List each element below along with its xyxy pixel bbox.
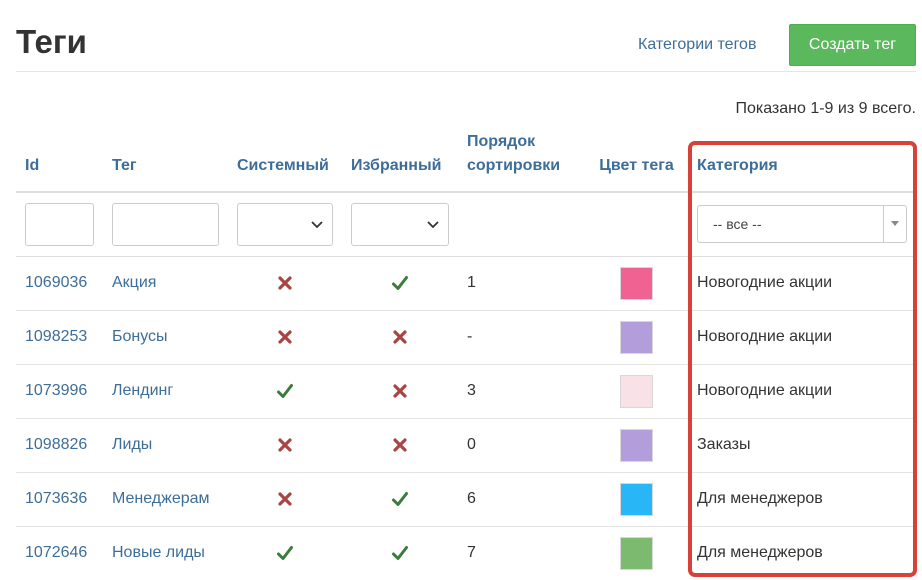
column-header-id[interactable]: Id bbox=[16, 126, 103, 193]
row-tag-link[interactable]: Лендинг bbox=[112, 382, 173, 399]
row-id-link[interactable]: 1098253 bbox=[25, 328, 87, 345]
row-favorite-cell bbox=[342, 472, 458, 527]
row-category: Для менеджеров bbox=[688, 526, 916, 580]
row-id-link[interactable]: 1069036 bbox=[25, 274, 87, 291]
id-filter-input[interactable] bbox=[25, 202, 94, 246]
category-filter-select[interactable]: -- все -- bbox=[697, 205, 907, 244]
system-filter-select[interactable] bbox=[237, 202, 333, 246]
column-header-system[interactable]: Системный bbox=[228, 126, 342, 193]
row-tag-link[interactable]: Акция bbox=[112, 274, 156, 291]
column-header-color: Цвет тега bbox=[585, 126, 688, 193]
row-id-link[interactable]: 1072646 bbox=[25, 544, 87, 561]
row-favorite-cell bbox=[342, 310, 458, 365]
row-category: Заказы bbox=[688, 418, 916, 473]
row-sort-order: 3 bbox=[458, 364, 585, 419]
check-icon bbox=[392, 490, 408, 507]
table-row: 1098826 Лиды 0 Заказы bbox=[16, 418, 916, 473]
header-divider bbox=[16, 71, 916, 72]
row-category: Для менеджеров bbox=[688, 472, 916, 527]
column-header-category[interactable]: Категория bbox=[688, 126, 916, 193]
cross-icon bbox=[392, 436, 408, 453]
tags-table: Id Тег Системный Избранный Порядок сорти… bbox=[16, 126, 916, 580]
filter-row: -- все -- bbox=[16, 192, 916, 257]
row-favorite-cell bbox=[342, 364, 458, 419]
tag-categories-link[interactable]: Категории тегов bbox=[638, 34, 756, 56]
row-id-link[interactable]: 1098826 bbox=[25, 436, 87, 453]
row-id-link[interactable]: 1073996 bbox=[25, 382, 87, 399]
table-row: 1073996 Лендинг 3 Новогодние акции bbox=[16, 364, 916, 419]
check-icon bbox=[277, 382, 293, 399]
column-header-tag[interactable]: Тег bbox=[103, 126, 228, 193]
pagination-summary: Показано 1-9 из 9 всего. bbox=[735, 100, 916, 117]
row-system-cell bbox=[228, 526, 342, 580]
row-tag-link[interactable]: Новые лиды bbox=[112, 544, 205, 561]
row-favorite-cell bbox=[342, 418, 458, 473]
cross-icon bbox=[277, 436, 293, 453]
row-category: Новогодние акции bbox=[688, 256, 916, 311]
color-swatch bbox=[620, 374, 653, 408]
column-header-sort-order[interactable]: Порядок сортировки bbox=[458, 126, 585, 193]
favorite-filter-select[interactable] bbox=[351, 202, 449, 246]
row-system-cell bbox=[228, 310, 342, 365]
row-favorite-cell bbox=[342, 256, 458, 311]
table-row: 1073636 Менеджерам 6 Для менеджеров bbox=[16, 472, 916, 527]
check-icon bbox=[392, 544, 408, 561]
row-system-cell bbox=[228, 472, 342, 527]
tags-page: Теги Категории тегов Создать тег Показан… bbox=[0, 0, 922, 580]
row-system-cell bbox=[228, 256, 342, 311]
color-swatch bbox=[620, 536, 653, 570]
table-row: 1069036 Акция 1 Новогодние акции bbox=[16, 256, 916, 311]
row-category: Новогодние акции bbox=[688, 364, 916, 419]
row-system-cell bbox=[228, 418, 342, 473]
row-color-cell bbox=[585, 310, 688, 365]
row-sort-order: 7 bbox=[458, 526, 585, 580]
cross-icon bbox=[277, 328, 293, 345]
row-tag-link[interactable]: Лиды bbox=[112, 436, 152, 453]
row-sort-order: 1 bbox=[458, 256, 585, 311]
table-header-row: Id Тег Системный Избранный Порядок сорти… bbox=[16, 126, 916, 193]
column-header-favorite[interactable]: Избранный bbox=[342, 126, 458, 193]
row-tag-link[interactable]: Бонусы bbox=[112, 328, 168, 345]
row-id-link[interactable]: 1073636 bbox=[25, 490, 87, 507]
page-title: Теги bbox=[16, 23, 87, 60]
color-swatch bbox=[620, 482, 653, 516]
cross-icon bbox=[392, 382, 408, 399]
tags-table-body: 1069036 Акция 1 Новогодние акции 1098253 Бону… bbox=[16, 256, 916, 580]
row-color-cell bbox=[585, 526, 688, 580]
color-swatch bbox=[620, 428, 653, 462]
row-color-cell bbox=[585, 418, 688, 473]
row-system-cell bbox=[228, 364, 342, 419]
chevron-down-icon bbox=[427, 221, 439, 229]
cross-icon bbox=[392, 328, 408, 345]
row-sort-order: - bbox=[458, 310, 585, 365]
color-swatch bbox=[620, 320, 653, 354]
category-filter-value: -- все -- bbox=[713, 216, 762, 233]
cross-icon bbox=[277, 274, 293, 291]
row-category: Новогодние акции bbox=[688, 310, 916, 365]
row-tag-link[interactable]: Менеджерам bbox=[112, 490, 210, 507]
color-swatch bbox=[620, 266, 653, 300]
cross-icon bbox=[277, 490, 293, 507]
tag-filter-input[interactable] bbox=[112, 202, 219, 246]
chevron-down-icon bbox=[311, 221, 323, 229]
row-color-cell bbox=[585, 472, 688, 527]
check-icon bbox=[392, 274, 408, 291]
table-row: 1072646 Новые лиды 7 Для менеджеров bbox=[16, 526, 916, 580]
dropdown-arrow-icon bbox=[883, 206, 906, 243]
table-row: 1098253 Бонусы - Новогодние акции bbox=[16, 310, 916, 365]
row-color-cell bbox=[585, 364, 688, 419]
check-icon bbox=[277, 544, 293, 561]
row-favorite-cell bbox=[342, 526, 458, 580]
row-color-cell bbox=[585, 256, 688, 311]
row-sort-order: 0 bbox=[458, 418, 585, 473]
create-tag-button[interactable]: Создать тег bbox=[789, 24, 916, 66]
row-sort-order: 6 bbox=[458, 472, 585, 527]
